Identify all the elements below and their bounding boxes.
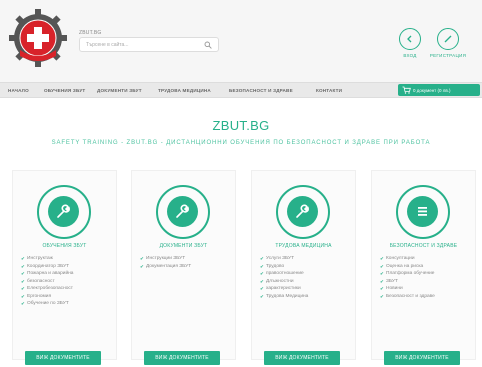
card-title: БЕЗОПАСНОСТ И ЗДРАВЕ [389,243,458,249]
wrench-icon [57,204,70,218]
list-item[interactable]: Безопасност и здраве [380,293,472,301]
list-item[interactable]: безопасност [21,278,113,286]
cart-label: 0 документ (0 лв.) [413,87,451,93]
nav-item-home[interactable]: НАЧАЛО [8,88,29,93]
list-item[interactable]: Инструкции ЗБУТ [140,255,232,263]
search-box[interactable] [79,37,219,52]
wrench-icon [176,204,189,218]
site-name: ZBUT.BG [79,30,102,36]
view-documents-button[interactable]: ВИЖ ДОКУМЕНТИТЕ [144,351,220,365]
list-item[interactable]: Инструктаж [21,255,113,263]
card-title: ТРУДОВА МЕДИЦИНА [275,243,332,249]
card-trainings: ОБУЧЕНИЯ ЗБУТ Инструктаж Координатор ЗБУ… [12,170,117,365]
list-item[interactable]: Оценка на риска [380,263,472,271]
card-title: ДОКУМЕНТИ ЗБУТ [159,243,208,249]
nav-item-trainings[interactable]: ОБУЧЕНИЯ ЗБУТ [44,88,85,93]
list-item[interactable]: Обучение по ЗБУТ [21,300,113,308]
list-item[interactable]: Услуги ЗБУТ [260,255,352,263]
card-documents: ДОКУМЕНТИ ЗБУТ Инструкции ЗБУТ Документа… [131,170,236,365]
view-documents-button[interactable]: ВИЖ ДОКУМЕНТИТЕ [264,351,340,365]
login-arrow-icon [407,35,412,43]
list-item[interactable]: Трудово [260,263,352,271]
search-icon[interactable] [204,41,212,49]
list-item[interactable]: Ергономия [21,293,113,301]
card-icon-circle [396,185,450,239]
list-item[interactable]: ЗБУТ [380,278,472,286]
list-item[interactable]: Консултации [380,255,472,263]
site-header: ZBUT.BG ВХОД РЕГИСТРАЦИЯ [0,0,482,82]
card-icon-circle [37,185,91,239]
card-item-list: Услуги ЗБУТ Трудово правоотношение Длъжн… [260,255,352,300]
list-item[interactable]: Координатор ЗБУТ [21,263,113,271]
site-logo[interactable] [6,6,70,70]
card-safety: БЕЗОПАСНОСТ И ЗДРАВЕ Консултации Оценка … [371,170,476,365]
nav-item-safety[interactable]: БЕЗОПАСНОСТ И ЗДРАВЕ [229,88,293,93]
list-icon [418,207,427,216]
list-item[interactable]: Платформа обучение [380,270,472,278]
nav-item-medicine[interactable]: ТРУДОВА МЕДИЦИНА [158,88,211,93]
card-medicine: ТРУДОВА МЕДИЦИНА Услуги ЗБУТ Трудово пра… [251,170,356,365]
list-item[interactable]: характеристики [260,285,352,293]
wrench-icon [296,204,309,218]
list-item[interactable]: Пожарна и аварийна [21,270,113,278]
list-item[interactable]: Електробезопасност [21,285,113,293]
card-item-list: Инструктаж Координатор ЗБУТ Пожарна и ав… [21,255,113,308]
list-item[interactable]: Новини [380,285,472,293]
register-button[interactable]: РЕГИСТРАЦИЯ [426,28,470,58]
card-item-list: Инструкции ЗБУТ Документация ЗБУТ [140,255,232,270]
view-documents-button[interactable]: ВИЖ ДОКУМЕНТИТЕ [25,351,101,365]
list-item[interactable]: правоотношение [260,270,352,278]
view-documents-button[interactable]: ВИЖ ДОКУМЕНТИТЕ [384,351,460,365]
pencil-icon [444,35,452,43]
list-item[interactable]: Трудова Медицина [260,293,352,301]
search-input[interactable] [86,41,196,49]
nav-item-contacts[interactable]: КОНТАКТИ [316,88,342,93]
list-item[interactable]: Документация ЗБУТ [140,263,232,271]
cart-button[interactable]: 0 документ (0 лв.) [398,84,480,96]
page-subtitle: SAFETY TRAINING - ZBUT.BG - ДИСТАНЦИОННИ… [51,140,431,146]
register-label: РЕГИСТРАЦИЯ [429,53,467,58]
card-title: ОБУЧЕНИЯ ЗБУТ [42,243,87,249]
cart-icon [402,86,411,94]
page-title: ZBUT.BG [212,118,270,133]
card-item-list: Консултации Оценка на риска Платформа об… [380,255,472,300]
list-item[interactable]: Длъжностни [260,278,352,286]
card-icon-circle [276,185,330,239]
nav-item-documents[interactable]: ДОКУМЕНТИ ЗБУТ [97,88,142,93]
card-icon-circle [156,185,210,239]
